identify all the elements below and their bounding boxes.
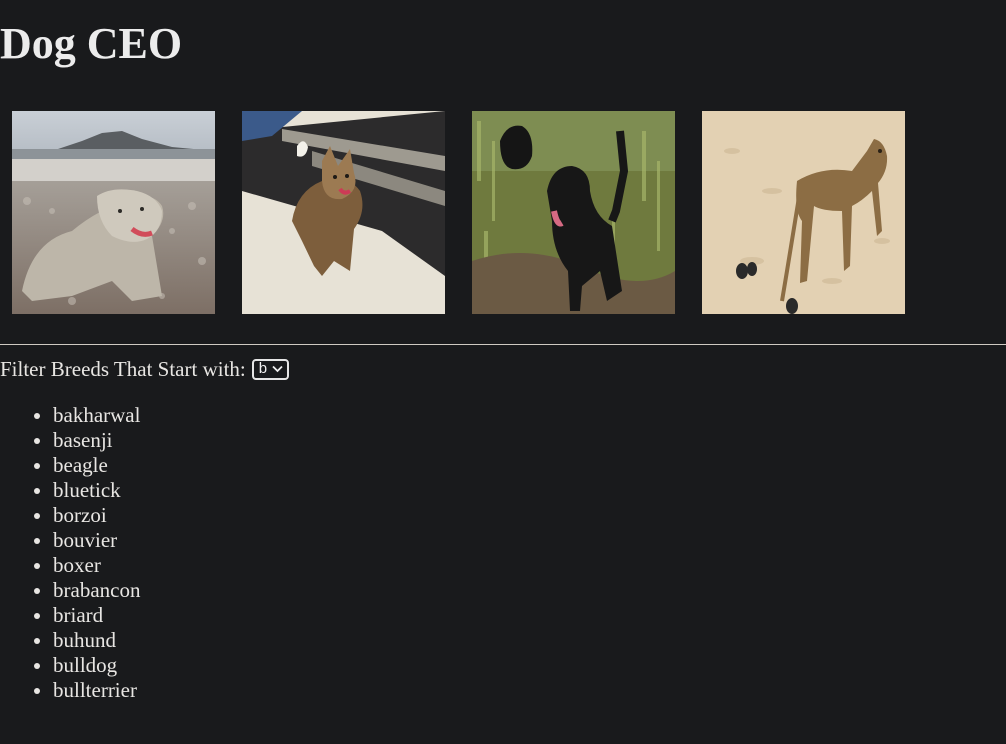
list-item: beagle [53, 453, 140, 478]
page: Dog CEO Filter Breeds That Start with: b… [0, 0, 1006, 744]
list-item: borzoi [53, 503, 140, 528]
breed-filter-row: Filter Breeds That Start with: b [0, 356, 290, 382]
list-item: basenji [53, 428, 140, 453]
list-item: bakharwal [53, 403, 140, 428]
list-item: boxer [53, 553, 140, 578]
list-item: bouvier [53, 528, 140, 553]
list-item: bulldog [53, 653, 140, 678]
breed-list: bakharwal basenji beagle bluetick borzoi… [0, 403, 140, 703]
dog-image-gallery [12, 111, 905, 314]
list-item: briard [53, 603, 140, 628]
list-item: bluetick [53, 478, 140, 503]
letter-select[interactable]: b [251, 358, 290, 380]
dog-photo-1 [12, 111, 215, 314]
list-item: brabancon [53, 578, 140, 603]
chevron-down-icon [272, 365, 283, 373]
letter-select-value: b [258, 360, 268, 377]
filter-label: Filter Breeds That Start with: [0, 357, 246, 381]
list-item: bullterrier [53, 678, 140, 703]
page-title: Dog CEO [0, 19, 183, 68]
section-divider [0, 344, 1006, 345]
list-item: buhund [53, 628, 140, 653]
dog-photo-3 [472, 111, 675, 314]
dog-photo-4 [702, 111, 905, 314]
dog-photo-2 [242, 111, 445, 314]
